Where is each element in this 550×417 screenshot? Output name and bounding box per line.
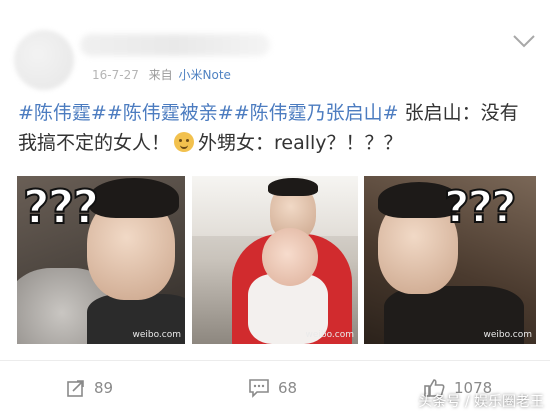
photo-watermark: weibo.com: [483, 330, 532, 340]
comment-icon: [249, 379, 269, 398]
footer-divider: [0, 360, 550, 361]
post-photo-1[interactable]: ??? weibo.com: [17, 176, 185, 344]
post-text-line2-a: 我搞不定的女人！: [18, 132, 171, 154]
hair: [89, 178, 179, 218]
post-photo-3[interactable]: ??? weibo.com: [364, 176, 536, 344]
post-meta: 16-7-27 来自 小米Note: [92, 66, 231, 83]
comment-count: 68: [278, 379, 298, 397]
baby-face: [262, 228, 318, 286]
hashtag-2[interactable]: #陈伟霆被亲#: [107, 102, 234, 124]
hashtag-3[interactable]: #陈伟霆乃张启山#: [234, 102, 399, 124]
chevron-down-icon[interactable]: [512, 32, 536, 50]
toutiao-watermark: 头条号 / 娱乐圈老王: [418, 394, 544, 410]
avatar[interactable]: [14, 30, 74, 90]
photo-watermark: weibo.com: [132, 330, 181, 340]
hashtag-1[interactable]: #陈伟霆#: [18, 102, 107, 124]
post-text-line1-rest: 张启山：没有: [398, 102, 519, 124]
post-text: #陈伟霆##陈伟霆被亲##陈伟霆乃张启山# 张启山：没有 我搞不定的女人！ 外甥女…: [18, 98, 538, 158]
device-link[interactable]: 小米Note: [179, 68, 231, 82]
question-marks: ???: [443, 181, 518, 234]
smiling-face-emoji-icon: [174, 132, 195, 152]
post-date: 16-7-27: [92, 68, 139, 82]
hair: [268, 178, 318, 196]
repost-count: 89: [94, 379, 114, 397]
source-prefix: 来自: [148, 68, 173, 82]
repost-icon: [67, 380, 84, 397]
weibo-post-card: 16-7-27 来自 小米Note #陈伟霆##陈伟霆被亲##陈伟霆乃张启山# …: [0, 0, 550, 417]
post-text-line2-b: 外甥女：really？！？？: [198, 132, 403, 154]
question-marks: ???: [22, 179, 100, 235]
post-photo-2[interactable]: weibo.com: [192, 176, 358, 344]
comment-button[interactable]: 68: [248, 378, 297, 398]
photo-watermark: weibo.com: [305, 330, 354, 340]
username-blurred[interactable]: [80, 34, 270, 56]
repost-button[interactable]: 89: [66, 378, 113, 398]
